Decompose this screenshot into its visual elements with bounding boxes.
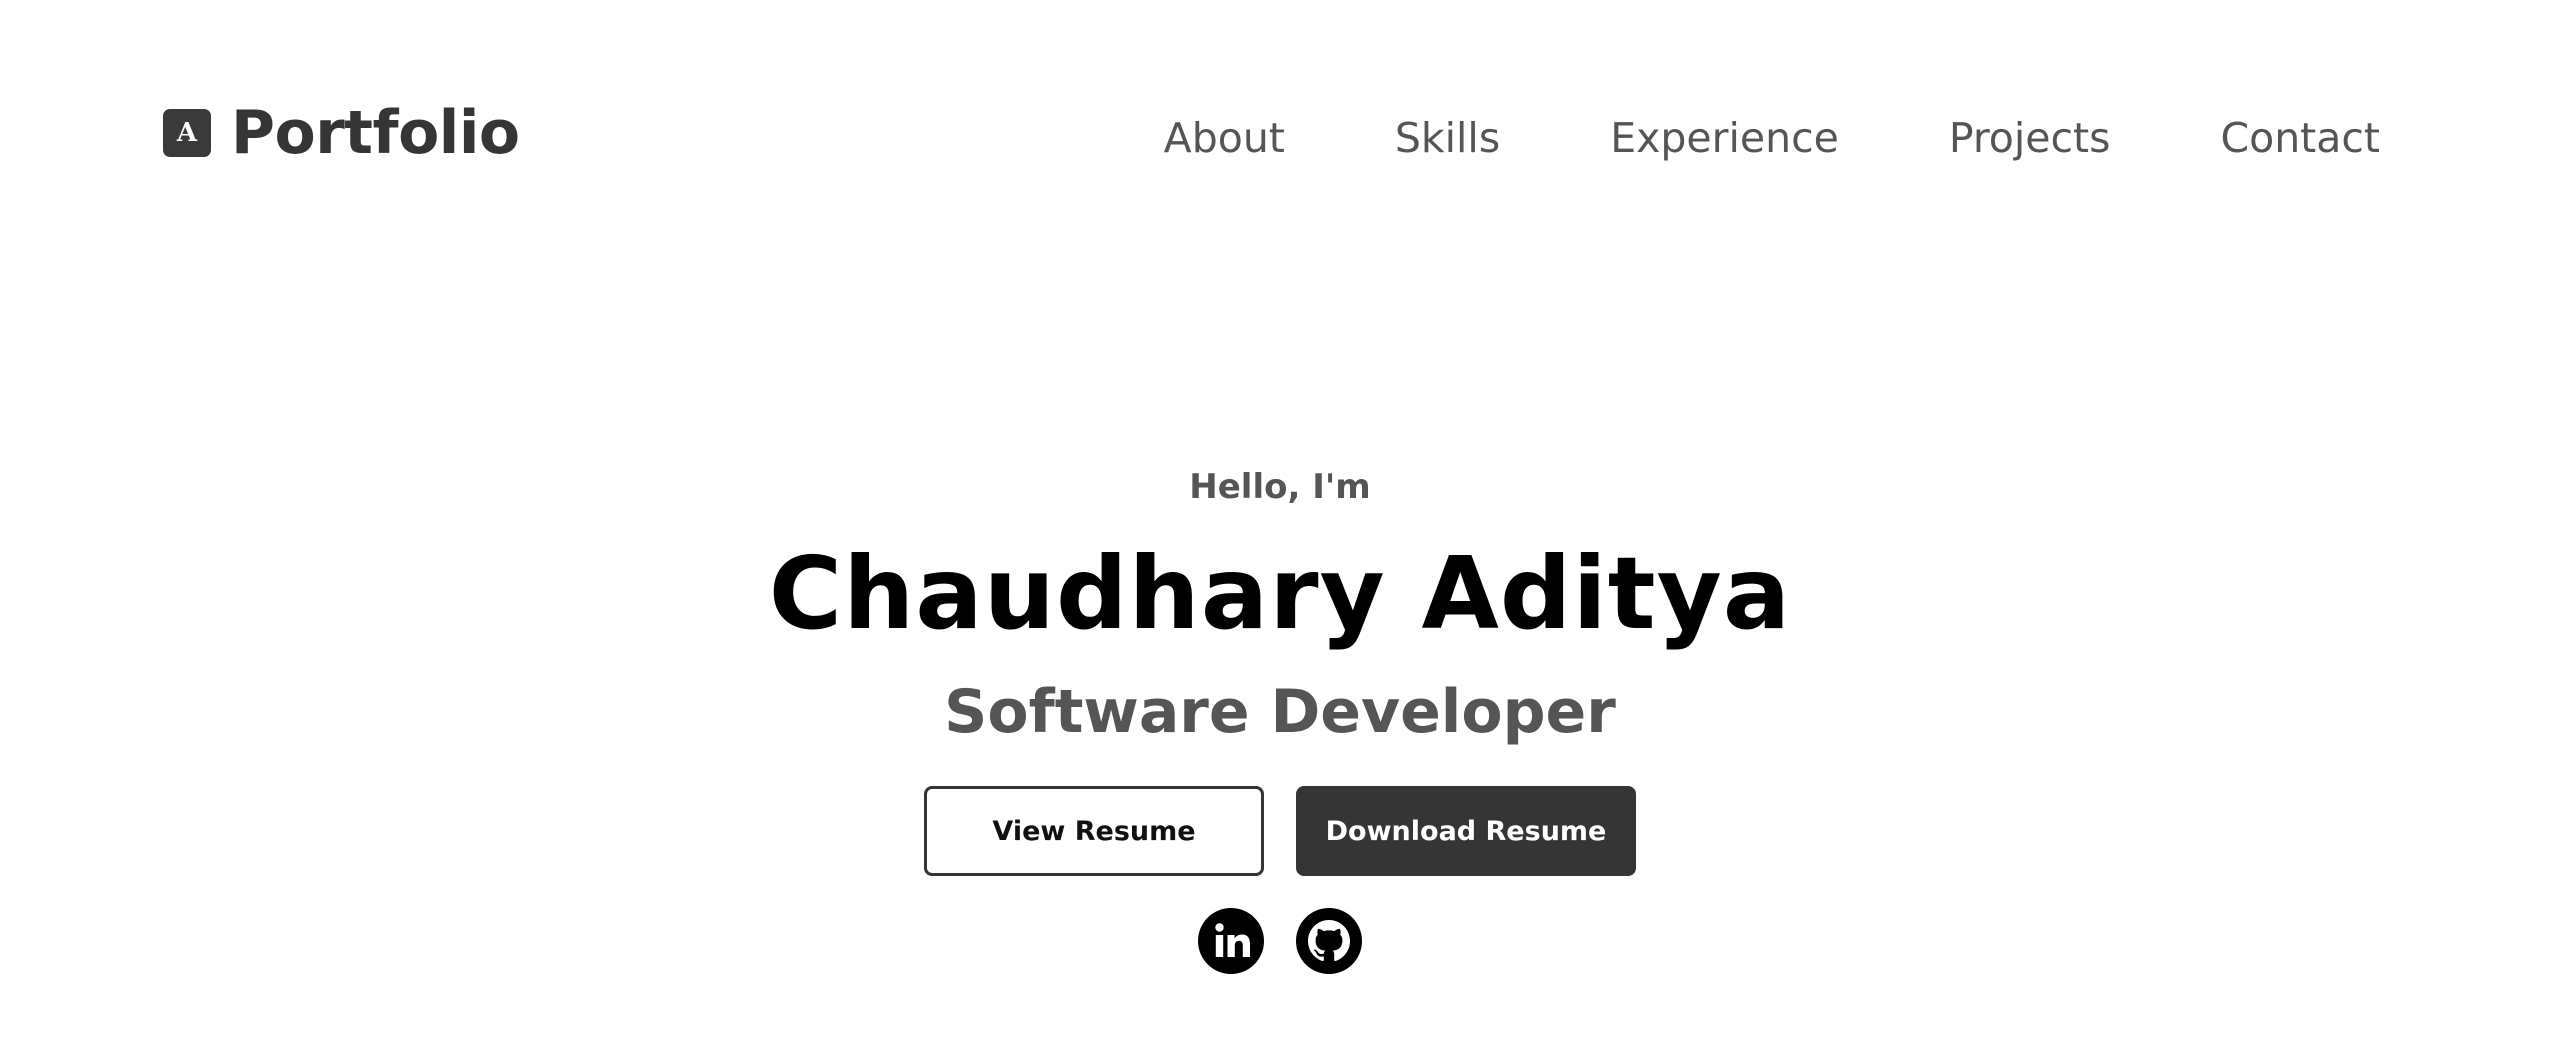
hero-actions: View Resume Download Resume <box>924 786 1636 876</box>
hero-greeting: Hello, I'm <box>1189 467 1371 507</box>
site-header: A Portfolio About Skills Experience Proj… <box>0 0 2560 280</box>
nav-link-skills[interactable]: Skills <box>1395 118 1500 159</box>
social-links <box>1198 908 1362 974</box>
hero-name: Chaudhary Aditya <box>768 535 1792 652</box>
github-icon <box>1296 908 1362 974</box>
nav-link-projects[interactable]: Projects <box>1949 118 2111 159</box>
linkedin-link[interactable] <box>1198 908 1264 974</box>
brand-logo-letter: A <box>176 118 198 148</box>
nav-link-experience[interactable]: Experience <box>1610 118 1839 159</box>
github-link[interactable] <box>1296 908 1362 974</box>
brand-logo-icon: A <box>163 109 211 157</box>
nav-link-about[interactable]: About <box>1164 118 1285 159</box>
brand-logo-link[interactable]: A Portfolio <box>163 103 520 163</box>
hero-section: Hello, I'm Chaudhary Aditya Software Dev… <box>0 470 2560 974</box>
linkedin-icon <box>1198 908 1264 974</box>
download-resume-button[interactable]: Download Resume <box>1296 786 1636 876</box>
main-nav: About Skills Experience Projects Contact <box>1164 118 2380 159</box>
nav-link-contact[interactable]: Contact <box>2220 118 2380 159</box>
brand-name: Portfolio <box>231 98 520 168</box>
hero-role: Software Developer <box>944 677 1616 747</box>
view-resume-button[interactable]: View Resume <box>924 786 1264 876</box>
